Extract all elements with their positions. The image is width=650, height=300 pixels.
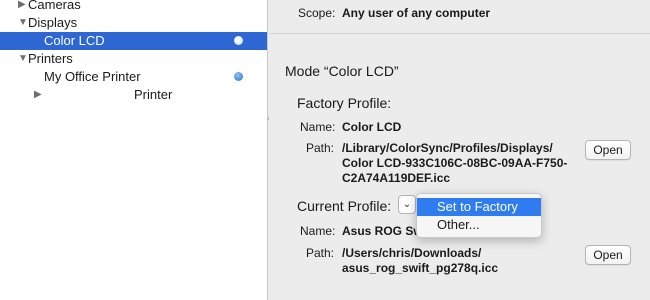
status-dot-icon: [234, 36, 243, 45]
device-sidebar: ▶ Cameras ▼ Displays Color LCD ▼ Printer…: [0, 0, 268, 300]
sidebar-item-cameras[interactable]: ▶ Cameras: [0, 0, 267, 14]
current-open-button[interactable]: Open: [585, 245, 631, 265]
sidebar-item-displays[interactable]: ▼ Displays: [0, 14, 267, 32]
factory-name-label: Name:: [300, 120, 336, 134]
disclosure-down-icon[interactable]: ▼: [18, 14, 28, 32]
disclosure-down-icon[interactable]: ▼: [18, 50, 28, 68]
profile-popup-menu: Set to Factory Other...: [416, 193, 542, 238]
menu-item-set-to-factory[interactable]: Set to Factory: [417, 198, 541, 216]
factory-path-label: Path:: [306, 141, 335, 155]
disclosure-right-icon[interactable]: ▶: [34, 86, 42, 104]
factory-name-value: Color LCD: [342, 120, 402, 134]
sidebar-item-color-lcd[interactable]: Color LCD: [0, 32, 267, 50]
disclosure-right-icon[interactable]: ▶: [18, 0, 26, 14]
factory-path-line-2: Color LCD-933C106C-08BC-09AA-F750-: [342, 156, 568, 170]
scope-value: Any user of any computer: [342, 6, 491, 20]
status-dot-icon: [234, 72, 243, 81]
current-path-line-1: /Users/chris/Downloads/: [342, 246, 482, 260]
sidebar-item-my-office-printer[interactable]: My Office Printer: [0, 68, 267, 86]
factory-path-line-1: /Library/ColorSync/Profiles/Displays/: [342, 141, 553, 155]
current-path-label: Path:: [306, 246, 335, 260]
current-path-line-2: asus_rog_swift_pg278q.icc: [342, 261, 499, 275]
factory-path-line-3: C2A74A119DEF.icc: [342, 171, 451, 185]
factory-profile-heading: Factory Profile:: [297, 95, 392, 111]
divider: [269, 33, 650, 34]
current-profile-heading: Current Profile:: [297, 198, 392, 214]
mode-title: Mode “Color LCD”: [285, 63, 399, 79]
current-name-value: Asus ROG Sw: [342, 224, 423, 238]
menu-item-other[interactable]: Other...: [417, 216, 541, 234]
factory-open-button[interactable]: Open: [585, 140, 631, 160]
scope-label: Scope:: [298, 6, 336, 20]
profile-popup-button[interactable]: ⌄: [398, 195, 416, 214]
sidebar-item-printer[interactable]: ▶ Printer: [0, 86, 267, 104]
current-name-label: Name:: [300, 224, 336, 238]
sidebar-item-printers[interactable]: ▼ Printers: [0, 50, 267, 68]
